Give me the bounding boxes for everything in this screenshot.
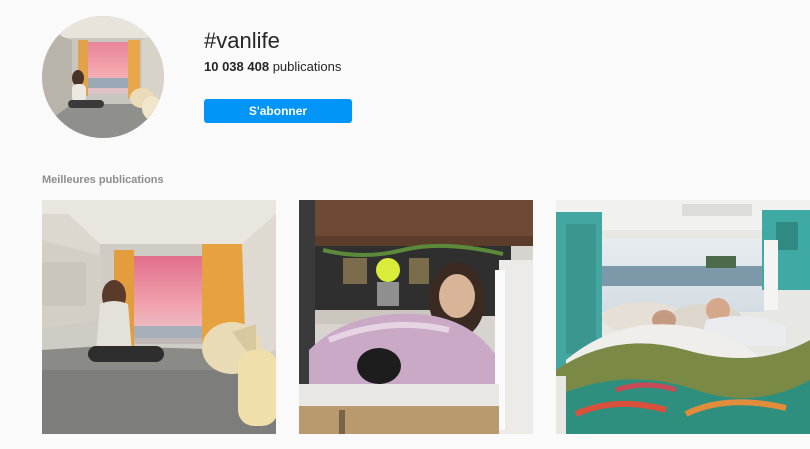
top-posts-heading: Meilleures publications — [42, 174, 164, 186]
hashtag-title: #vanlife — [204, 28, 280, 53]
follow-button[interactable]: S'abonner — [204, 99, 352, 123]
post-count: 10 038 408 publications — [204, 59, 341, 75]
post-thumbnail[interactable] — [299, 200, 533, 434]
post-thumbnail[interactable] — [556, 200, 810, 434]
post-thumbnail[interactable] — [42, 200, 276, 434]
post-count-label: publications — [272, 59, 342, 74]
hashtag-page: #vanlife 10 038 408 publications S'abonn… — [0, 0, 810, 449]
post-count-number: 10 038 408 — [204, 59, 270, 74]
hashtag-avatar — [42, 16, 164, 138]
